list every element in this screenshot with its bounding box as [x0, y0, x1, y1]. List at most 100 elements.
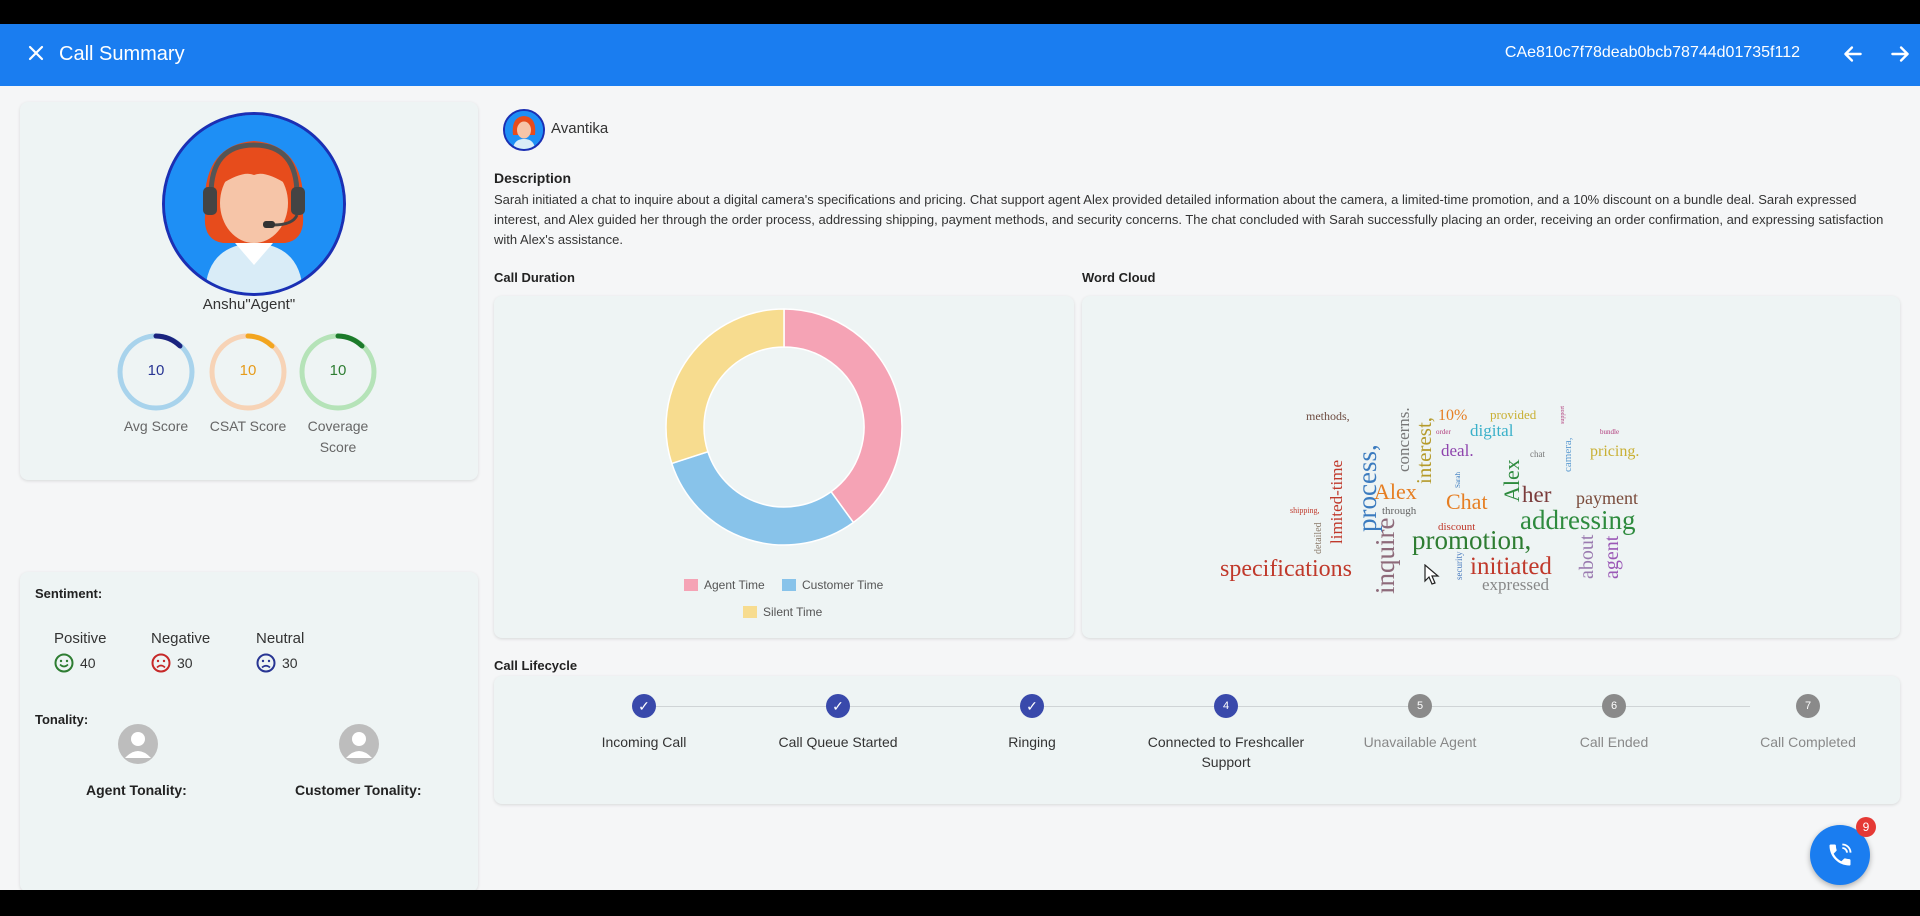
word: digital [1470, 421, 1514, 440]
avg-score-gauge: 10 Avg Score [116, 332, 196, 437]
agent-name: Anshu"Agent" [202, 296, 296, 313]
agent-tonality-label: Agent Tonality: [86, 782, 187, 798]
word: chat [1530, 449, 1545, 459]
call-fab-button[interactable]: 9 [1810, 817, 1876, 885]
neutral-value: 30 [282, 655, 298, 671]
mouse-cursor-icon [1424, 564, 1440, 585]
call-lifecycle-title: Call Lifecycle [494, 658, 578, 673]
customer-avatar [503, 109, 545, 151]
positive-value: 40 [80, 655, 96, 671]
customer-tonality-label: Customer Tonality: [295, 782, 422, 798]
step-marker: 6 [1602, 694, 1626, 718]
legend-label-customer: Customer Time [802, 578, 884, 592]
step-marker: ✓ [1020, 694, 1044, 718]
coverage-score-label: Coverage Score [307, 418, 369, 455]
word: security [1454, 551, 1464, 580]
word: Chat [1446, 489, 1488, 514]
call-lifecycle-card: ✓ Incoming Call ✓ Call Queue Started ✓ Ringin… [494, 676, 1900, 804]
csat-score-value: 10 [239, 362, 257, 379]
word: Sarah [1454, 472, 1462, 488]
legend-label-agent: Agent Time [704, 578, 765, 592]
coverage-score-gauge: 10 Coverage Score [298, 332, 378, 458]
word: provided [1490, 407, 1537, 422]
word: bundle [1600, 428, 1619, 436]
lifecycle-step: ✓ Incoming Call [554, 694, 734, 752]
donut-slice-customer-time[interactable] [670, 450, 855, 546]
agent-person-icon [118, 724, 158, 764]
page-title: Call Summary [59, 43, 185, 65]
legend-swatch-agent [684, 579, 698, 591]
lifecycle-step: 7 Call Completed [1718, 694, 1898, 752]
legend-customer-time[interactable]: Customer Time [782, 578, 883, 592]
close-icon[interactable] [24, 41, 48, 65]
avg-score-label: Avg Score [123, 418, 189, 434]
top-bar: Call Summary CAe810c7f78deab0bcb78744d01… [0, 24, 1920, 86]
word: expressed [1482, 575, 1550, 594]
lifecycle-step: 5 Unavailable Agent [1330, 694, 1510, 752]
arrow-left-icon[interactable] [1840, 41, 1866, 67]
smile-icon [54, 653, 74, 673]
sentiment-title: Sentiment: [35, 586, 103, 601]
lifecycle-step: 4 Connected to Freshcaller Support [1136, 694, 1316, 772]
word: specifications [1220, 556, 1352, 582]
step-label: Call Completed [1760, 734, 1856, 750]
coverage-score-value: 10 [329, 362, 347, 379]
sentiment-positive: Positive 40 [54, 630, 107, 673]
word: support [1560, 406, 1566, 424]
customer-person-icon [339, 724, 379, 764]
step-label: Ringing [1008, 734, 1056, 750]
phone-icon [1829, 843, 1852, 866]
word: discount [1438, 521, 1475, 533]
word: pricing. [1590, 443, 1639, 460]
legend-agent-time[interactable]: Agent Time [684, 578, 765, 592]
description-text: Sarah initiated a chat to inquire about … [494, 192, 1884, 247]
call-id: CAe810c7f78deab0bcb78744d01735f112 [1504, 44, 1800, 61]
donut-slice-agent-time[interactable] [783, 308, 903, 524]
legend-swatch-customer [782, 579, 796, 591]
step-label: Unavailable Agent [1363, 734, 1477, 750]
agent-card: Anshu"Agent" 10 Avg Score 10 CSAT Score [20, 102, 478, 480]
avg-score-value: 10 [147, 362, 165, 379]
word: detailed [1313, 522, 1324, 554]
notification-badge: 9 [1856, 817, 1876, 837]
word: interest, [1412, 417, 1436, 484]
step-marker: 7 [1796, 694, 1820, 718]
word: Alex [1374, 479, 1417, 504]
word: through [1382, 505, 1417, 517]
step-label: Incoming Call [601, 734, 687, 750]
positive-label: Positive [54, 630, 107, 647]
negative-value: 30 [177, 655, 193, 671]
csat-score-gauge: 10 CSAT Score [208, 332, 288, 437]
frown-icon [151, 653, 171, 673]
lifecycle-step: ✓ Ringing [942, 694, 1122, 752]
word-cloud: specifications inquire promotion, addres… [1220, 406, 1639, 594]
lifecycle-step: 6 Call Ended [1524, 694, 1704, 752]
word: limited-time [1327, 460, 1346, 544]
negative-label: Negative [151, 630, 211, 647]
step-label: Call Queue Started [778, 734, 898, 750]
sentiment-neutral: Neutral 30 [256, 630, 304, 673]
word: Alex [1499, 459, 1524, 502]
word: concerns. [1394, 407, 1413, 472]
word: payment [1576, 488, 1638, 508]
tonality-title: Tonality: [35, 712, 89, 727]
step-marker: 4 [1214, 694, 1238, 718]
neutral-label: Neutral [256, 630, 305, 647]
call-duration-card: Agent Time Customer Time Silent Time [494, 296, 1074, 638]
step-marker: ✓ [632, 694, 656, 718]
word: about [1576, 534, 1598, 579]
sentiment-negative: Negative 30 [151, 630, 210, 673]
step-label: Call Ended [1579, 734, 1649, 750]
word: 10% [1438, 407, 1467, 424]
arrow-right-icon[interactable] [1887, 41, 1913, 67]
word: addressing [1520, 505, 1635, 535]
step-marker: ✓ [826, 694, 850, 718]
customer-name: Avantika [551, 120, 609, 137]
step-label: Connected to Freshcaller Support [1147, 734, 1305, 770]
donut-slice-silent-time[interactable] [665, 308, 785, 465]
agent-avatar [162, 112, 346, 296]
lifecycle-step: ✓ Call Queue Started [748, 694, 928, 752]
word: methods, [1306, 409, 1350, 423]
legend-silent-time[interactable]: Silent Time [743, 605, 822, 619]
word: her [1522, 482, 1552, 507]
